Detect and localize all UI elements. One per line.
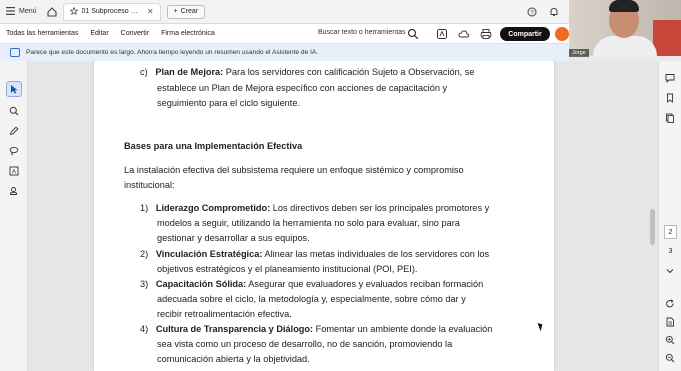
item-c-marker: c) <box>140 67 148 77</box>
list-item: 3) Capacitación Sólida: Asegurar que eva… <box>140 277 483 292</box>
item-number: 1) <box>140 203 149 213</box>
cloud-upload-icon[interactable] <box>458 27 470 45</box>
intro-line-1: La instalación efectiva del subsistema r… <box>124 165 464 175</box>
home-icon[interactable] <box>43 3 61 21</box>
share-button[interactable]: Compartir <box>500 27 550 41</box>
item-text-line: objetivos estratégicos y el planeamiento… <box>157 264 418 274</box>
menu-button[interactable]: Menú <box>0 0 43 24</box>
list-item: 2) Vinculación Estratégica: Alinear las … <box>140 247 489 262</box>
share-label: Compartir <box>508 30 542 38</box>
svg-text:A: A <box>12 169 16 175</box>
bookmark-icon[interactable] <box>663 91 677 105</box>
item-text: Alinear las metas individuales de los se… <box>262 249 490 259</box>
item-c-bold: Plan de Mejora: <box>155 67 224 77</box>
item-text-line: recibir retroalimentación efectiva. <box>157 309 292 319</box>
zoom-out-icon[interactable] <box>663 351 677 365</box>
hamburger-icon <box>6 6 15 17</box>
tool-convert[interactable]: Convertir <box>115 30 155 37</box>
search-input[interactable]: Buscar texto o herramientas <box>318 29 406 36</box>
ai-assistant-icon[interactable] <box>436 27 448 45</box>
document-tab[interactable]: 01 Subproceso GD... ✕ <box>62 2 161 21</box>
list-item: 1) Liderazgo Comprometido: Los directivo… <box>140 201 489 216</box>
tool-all-tools[interactable]: Todas las herramientas <box>0 30 84 37</box>
item-number: 4) <box>140 324 149 334</box>
tool-esign[interactable]: Firma electrónica <box>155 30 221 37</box>
document-info-icon[interactable] <box>663 315 677 329</box>
item-title: Cultura de Transparencia y Diálogo: <box>155 324 314 334</box>
help-icon[interactable]: ? <box>523 3 541 21</box>
item-text: Fomentar un ambiente donde la evaluación <box>313 324 493 334</box>
lasso-icon[interactable] <box>6 143 22 159</box>
section-heading: Bases para una Implementación Efectiva <box>124 141 303 151</box>
text-box-icon[interactable]: A <box>6 163 22 179</box>
item-number: 2) <box>140 249 149 259</box>
item-number: 3) <box>140 279 149 289</box>
item-text-line: gestionar y desarrollar a sus equipos. <box>157 233 310 243</box>
menu-label: Menú <box>19 8 37 15</box>
page-number-current[interactable]: 2 <box>664 225 677 239</box>
item-text-line: modelos a seguir, utilizando la herramie… <box>157 218 460 228</box>
ai-assistant-icon <box>10 48 20 57</box>
print-icon[interactable] <box>480 27 492 45</box>
document-page: c) Plan de Mejora: Para los servidores c… <box>94 61 554 371</box>
item-text: Los directivos deben ser los principales… <box>270 203 490 213</box>
comment-icon[interactable] <box>663 71 677 85</box>
plus-icon: + <box>173 8 178 15</box>
tool-edit[interactable]: Editar <box>84 30 114 37</box>
item-text-line: sea vista como un proceso de desarrollo,… <box>157 339 453 349</box>
item-c-line-1: c) Plan de Mejora: Para los servidores c… <box>140 65 474 80</box>
chevron-down-icon[interactable] <box>663 264 677 278</box>
item-text: Asegurar que evaluadores y evaluados rec… <box>246 279 484 289</box>
list-item: 4) Cultura de Transparencia y Diálogo: F… <box>140 322 492 337</box>
item-c-text: Para los servidores con calificación Suj… <box>223 67 475 77</box>
stamp-icon[interactable] <box>6 183 22 199</box>
item-title: Vinculación Estratégica: <box>155 249 263 259</box>
webcam-video <box>569 0 681 56</box>
document-viewport[interactable]: c) Plan de Mejora: Para los servidores c… <box>28 61 658 371</box>
item-title: Capacitación Sólida: <box>155 279 247 289</box>
item-c-line-3: seguimiento para el ciclo siguiente. <box>157 98 300 108</box>
item-c-line-2: establece un Plan de Mejora específico c… <box>157 83 448 93</box>
close-icon[interactable]: ✕ <box>147 7 154 16</box>
page-number-next[interactable]: 3 <box>664 244 677 258</box>
tab-title: 01 Subproceso GD... <box>81 8 143 15</box>
bell-icon[interactable] <box>545 3 563 21</box>
item-text-line: comunicación abierta y la objetividad. <box>157 354 310 364</box>
right-tool-rail: 2 3 <box>658 61 681 371</box>
ai-summary-banner[interactable]: Parece que este documento es largo. Ahor… <box>0 44 570 61</box>
new-tab-label: Crear <box>180 8 199 15</box>
zoom-in-icon[interactable] <box>663 333 677 347</box>
banner-text: Parece que este documento es largo. Ahor… <box>26 49 319 56</box>
intro-line-2: institucional: <box>124 180 175 190</box>
item-text-line: adecuada sobre el ciclo, la metodología … <box>157 294 466 304</box>
profile-icon[interactable] <box>555 27 569 41</box>
new-tab-button[interactable]: + Crear <box>166 4 206 19</box>
zoom-icon[interactable] <box>6 103 22 119</box>
webcam-name-label: Jorge <box>569 49 589 57</box>
vertical-scrollbar[interactable] <box>650 209 655 245</box>
select-cursor-icon[interactable] <box>6 81 22 97</box>
item-title: Liderazgo Comprometido: <box>155 203 271 213</box>
refresh-icon[interactable] <box>663 297 677 311</box>
pen-icon[interactable] <box>6 123 22 139</box>
search-icon[interactable] <box>407 27 419 45</box>
left-tool-rail: A <box>0 61 28 371</box>
pages-icon[interactable] <box>663 111 677 125</box>
star-icon[interactable] <box>69 6 79 17</box>
